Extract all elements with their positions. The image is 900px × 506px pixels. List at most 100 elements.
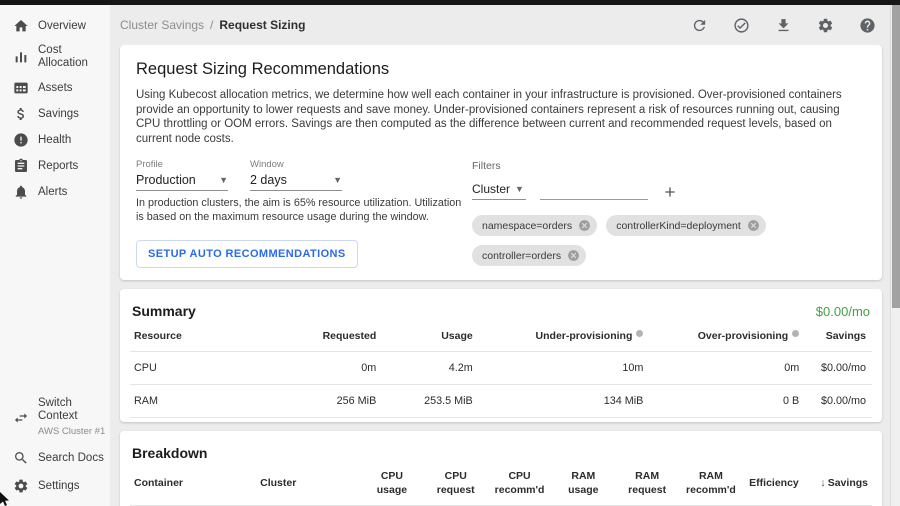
settings-gear-icon[interactable]: [817, 17, 834, 34]
assets-grid-icon: [13, 80, 29, 96]
app-frame: Overview Cost Allocation Assets Savings …: [0, 5, 900, 506]
sidebar-item-label: Assets: [38, 82, 73, 95]
chip-close-icon[interactable]: [567, 249, 580, 262]
sidebar-item-savings[interactable]: Savings: [0, 101, 110, 127]
sidebar-item-alerts[interactable]: Alerts: [0, 179, 110, 205]
cell-over: 0 B: [649, 385, 805, 418]
filter-type-select[interactable]: Cluster ▼: [472, 180, 526, 200]
mouse-cursor-icon: [0, 492, 11, 506]
cell-resource: RAM: [130, 385, 278, 418]
cell-usage: 253.5 MiB: [382, 385, 478, 418]
col-usage: Usage: [382, 319, 478, 352]
profile-label: Profile: [136, 159, 228, 170]
filters-label: Filters: [472, 160, 862, 172]
profile-window-controls: Profile Production ▼ Window 2 days: [136, 159, 472, 268]
sidebar-nav-group: Overview Cost Allocation Assets Savings …: [0, 13, 110, 205]
chip-label: controller=orders: [482, 250, 561, 262]
sidebar-item-overview[interactable]: Overview: [0, 13, 110, 39]
profile-value: Production: [136, 173, 196, 187]
window-value: 2 days: [250, 173, 287, 187]
chevron-down-icon: ▼: [219, 175, 228, 185]
gear-icon: [13, 478, 29, 494]
chevron-down-icon: ▼: [515, 184, 524, 194]
sidebar-item-settings[interactable]: Settings: [0, 472, 110, 500]
sidebar-item-label: Health: [38, 134, 71, 147]
cell-savings: $0.00/mo: [805, 385, 872, 418]
setup-auto-recommendations-button[interactable]: SETUP AUTO RECOMMENDATIONS: [136, 240, 358, 268]
filter-chip-controllerkind: controllerKind=deployment: [606, 215, 766, 236]
request-sizing-card: Request Sizing Recommendations Using Kub…: [120, 45, 882, 280]
summary-title: Summary: [132, 303, 196, 319]
col-cpu-recommended[interactable]: CPU recomm'd: [488, 461, 552, 506]
sidebar-footer: Switch Context AWS Cluster #1 Search Doc…: [0, 391, 110, 500]
switch-context-label: Switch Context: [38, 397, 78, 422]
main-area: Cluster Savings / Request Sizing Request…: [110, 5, 900, 506]
chip-close-icon[interactable]: [747, 219, 760, 232]
col-savings-sorted[interactable]: ↓Savings: [805, 461, 872, 506]
sidebar-item-assets[interactable]: Assets: [0, 75, 110, 101]
col-over-provisioning: Over-provisioning: [649, 319, 805, 352]
help-icon[interactable]: [859, 17, 876, 34]
add-filter-plus-icon[interactable]: [662, 184, 678, 200]
breadcrumb: Cluster Savings / Request Sizing: [120, 18, 305, 32]
swap-arrows-icon: [13, 410, 29, 426]
breakdown-title: Breakdown: [132, 445, 207, 461]
col-savings: Savings: [805, 319, 872, 352]
info-icon[interactable]: [792, 330, 799, 337]
current-cluster-label: AWS Cluster #1: [38, 425, 106, 438]
arrow-down-icon: ↓: [820, 477, 826, 489]
sidebar-item-label: Search Docs: [38, 452, 104, 465]
profile-select[interactable]: Profile Production ▼: [136, 159, 228, 191]
chevron-down-icon: ▼: [333, 175, 342, 185]
sidebar-item-label: Cost Allocation: [38, 44, 106, 70]
summary-total-savings: $0.00/mo: [816, 304, 870, 319]
col-efficiency[interactable]: Efficiency: [743, 461, 805, 506]
info-icon[interactable]: [636, 330, 643, 337]
sidebar-item-health[interactable]: Health: [0, 127, 110, 153]
vertical-scrollbar[interactable]: [890, 5, 900, 506]
sidebar-item-label: Settings: [38, 480, 80, 493]
sidebar-item-switch-context[interactable]: Switch Context AWS Cluster #1: [0, 391, 110, 444]
diagnostics-check-icon[interactable]: [733, 17, 750, 34]
sidebar-item-reports[interactable]: Reports: [0, 153, 110, 179]
col-cpu-request[interactable]: CPU request: [424, 461, 488, 506]
col-under-provisioning: Under-provisioning: [479, 319, 650, 352]
sidebar-item-search-docs[interactable]: Search Docs: [0, 444, 110, 472]
sidebar-item-label: Savings: [38, 108, 79, 121]
cell-requested: 256 MiB: [278, 385, 382, 418]
breadcrumb-current-page: Request Sizing: [219, 18, 305, 32]
summary-table: Resource Requested Usage Under-provision…: [130, 319, 872, 418]
cell-savings: $0.00/mo: [805, 352, 872, 385]
filter-value-input[interactable]: [540, 181, 648, 200]
window-select[interactable]: Window 2 days ▼: [250, 159, 342, 191]
page-header: Cluster Savings / Request Sizing: [110, 5, 890, 45]
scrollbar-thumb[interactable]: [892, 5, 900, 308]
page-description: Using Kubecost allocation metrics, we de…: [136, 88, 862, 146]
dollar-icon: [13, 106, 29, 122]
col-cluster[interactable]: Cluster: [256, 461, 360, 506]
summary-row-ram: RAM 256 MiB 253.5 MiB 134 MiB 0 B $0.00/…: [130, 385, 872, 418]
sidebar-item-cost-allocation[interactable]: Cost Allocation: [0, 39, 110, 75]
clipboard-icon: [13, 158, 29, 174]
col-cpu-usage[interactable]: CPU usage: [360, 461, 424, 506]
cell-under: 134 MiB: [479, 385, 650, 418]
page-content: Request Sizing Recommendations Using Kub…: [110, 45, 890, 506]
cell-over: 0m: [649, 352, 805, 385]
cell-requested: 0m: [278, 352, 382, 385]
page-title: Request Sizing Recommendations: [136, 60, 862, 79]
col-ram-recommended[interactable]: RAM recomm'd: [679, 461, 743, 506]
search-icon: [13, 450, 29, 466]
col-container[interactable]: Container: [130, 461, 256, 506]
col-ram-usage[interactable]: RAM usage: [551, 461, 615, 506]
bell-icon: [13, 184, 29, 200]
sidebar: Overview Cost Allocation Assets Savings …: [0, 5, 110, 506]
health-alert-icon: [13, 132, 29, 148]
download-icon[interactable]: [775, 17, 792, 34]
refresh-icon[interactable]: [691, 17, 708, 34]
breadcrumb-section[interactable]: Cluster Savings: [120, 18, 204, 32]
chip-close-icon[interactable]: [578, 219, 591, 232]
controls-row: Profile Production ▼ Window 2 days: [136, 159, 862, 268]
window-label: Window: [250, 159, 342, 170]
col-ram-request[interactable]: RAM request: [615, 461, 679, 506]
sidebar-item-label: Reports: [38, 160, 78, 173]
